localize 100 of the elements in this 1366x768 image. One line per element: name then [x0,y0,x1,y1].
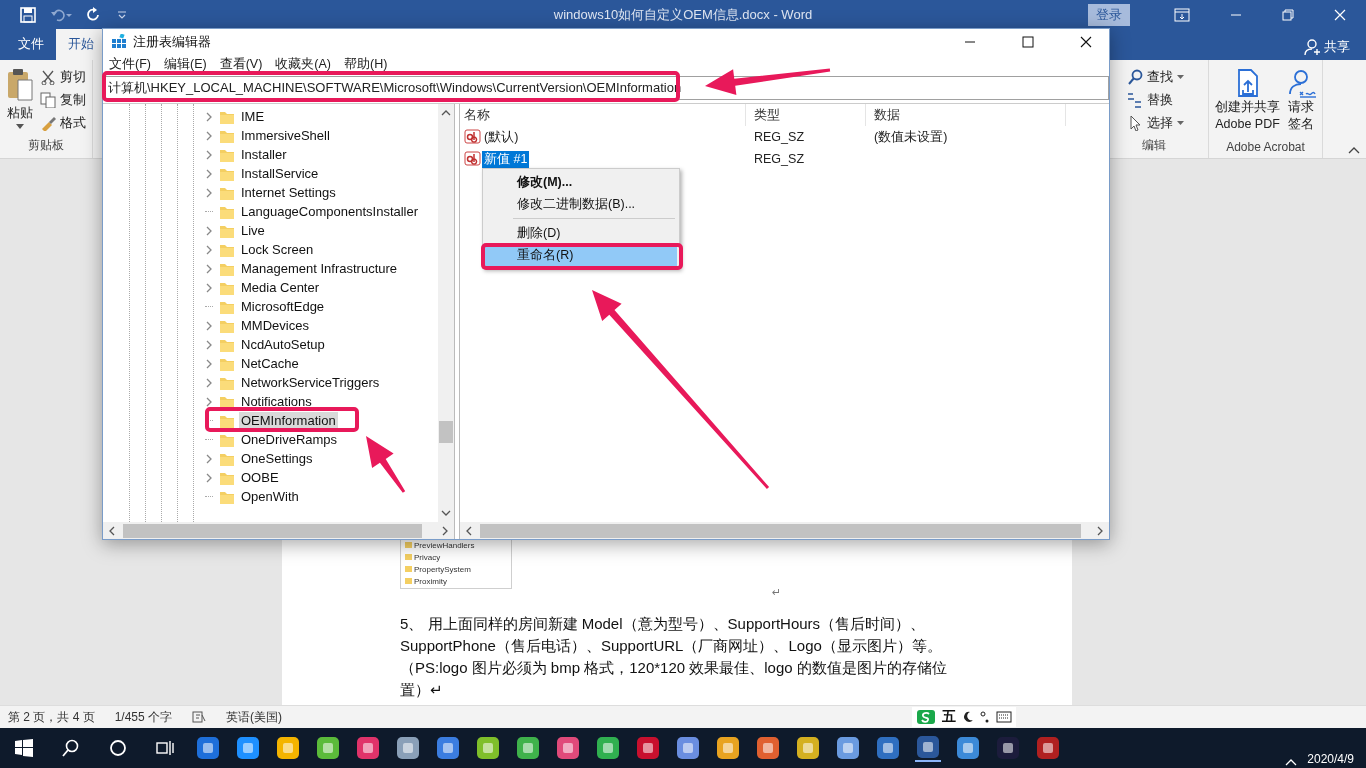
menu-item[interactable]: 编辑(E) [163,55,207,73]
undo-icon[interactable] [50,7,72,23]
column-header[interactable]: 类型 [746,104,866,126]
tree-item[interactable]: Lock Screen [239,241,316,258]
task-view-icon[interactable] [156,739,174,757]
ribbon-button[interactable]: 替换 [1127,90,1184,110]
tree-item[interactable]: Media Center [239,279,322,296]
scroll-left-icon[interactable] [466,525,472,536]
scroll-left-icon[interactable] [109,525,115,536]
value-name[interactable]: 新值 #1 [482,150,530,168]
circle-icon[interactable] [109,739,127,757]
expand-chevron-icon[interactable] [205,168,213,179]
login-button[interactable]: 登录 [1088,4,1130,26]
app-icon[interactable] [235,735,261,761]
ribbon-button[interactable]: 复制 [40,90,86,110]
column-header[interactable]: 数据 [866,104,1066,126]
collapse-ribbon-icon[interactable] [1348,146,1360,154]
tree-item[interactable]: Live [239,222,267,239]
tree-item[interactable]: Installer [239,146,289,163]
expand-chevron-icon[interactable] [205,130,213,141]
scroll-right-icon[interactable] [1097,525,1103,536]
tree-item[interactable]: LanguageComponentsInstaller [239,203,421,220]
tree-item[interactable]: ImmersiveShell [239,127,332,144]
horizontal-scrollbar[interactable] [460,522,1109,539]
ribbon-button[interactable]: 请求 签名 [1286,64,1316,140]
app-icon[interactable] [1035,735,1061,761]
column-header[interactable]: 名称 [460,104,746,126]
vertical-scrollbar[interactable] [438,104,454,522]
app-icon[interactable] [875,735,901,761]
tree-item[interactable]: NetworkServiceTriggers [239,374,382,391]
close-icon[interactable] [1080,36,1092,48]
tree-item[interactable]: OOBE [239,469,281,486]
ribbon-tab[interactable]: 文件 [6,29,56,60]
chevron-up-icon[interactable] [1285,758,1298,766]
menu-item[interactable]: 修改二进制数据(B)... [485,193,677,215]
menu-item[interactable]: 查看(V) [219,55,263,73]
app-icon[interactable] [515,735,541,761]
expand-chevron-icon[interactable] [205,244,213,255]
expand-chevron-icon[interactable] [205,453,213,464]
expand-chevron-icon[interactable] [205,149,213,160]
ribbon-button[interactable]: 创建并共享 Adobe PDF [1215,64,1280,140]
tree-item[interactable]: IME [239,108,267,125]
expand-chevron-icon[interactable] [205,320,213,331]
app-icon[interactable] [915,734,941,762]
tree-item[interactable]: OneSettings [239,450,315,467]
expand-chevron-icon[interactable] [205,187,213,198]
app-icon[interactable] [435,735,461,761]
app-icon[interactable] [475,735,501,761]
tree-item[interactable]: MicrosoftEdge [239,298,327,315]
word-count[interactable]: 1/455 个字 [114,708,173,726]
app-icon[interactable] [395,735,421,761]
app-icon[interactable] [995,735,1021,761]
expand-chevron-icon[interactable] [205,225,213,236]
maximize-icon[interactable] [1022,36,1034,48]
date-text[interactable]: 2020/4/9 [1307,752,1354,766]
language-indicator[interactable]: 英语(美国) [226,708,283,726]
tree-item[interactable]: InstallService [239,165,321,182]
app-icon[interactable] [635,735,661,761]
start-icon[interactable] [15,739,33,757]
restore-icon[interactable] [1282,9,1294,21]
ribbon-button[interactable]: 格式 [40,113,86,133]
expand-chevron-icon[interactable] [205,263,213,274]
page-count[interactable]: 第 2 页，共 4 页 [8,708,95,726]
share-button[interactable]: 共享 [1304,38,1350,56]
tree-item[interactable]: OneDriveRamps [239,431,340,448]
ime-toolbar[interactable]: 五 [912,707,1017,727]
expand-chevron-icon[interactable] [205,111,213,122]
app-icon[interactable] [715,735,741,761]
tree-item[interactable]: Notifications [239,393,314,410]
expand-chevron-icon[interactable] [205,339,213,350]
customize-icon[interactable] [116,9,128,21]
proofing-icon[interactable] [192,711,207,723]
app-icon[interactable] [795,735,821,761]
expand-chevron-icon[interactable] [205,358,213,369]
menu-item[interactable]: 帮助(H) [344,55,388,73]
tree-item[interactable]: NcdAutoSetup [239,336,327,353]
repeat-icon[interactable] [86,7,102,23]
horizontal-scrollbar[interactable] [103,522,454,539]
tree-item[interactable]: NetCache [239,355,301,372]
app-icon[interactable] [675,735,701,761]
ribbon-button[interactable]: 查找 [1127,67,1184,87]
scrollbar-thumb[interactable] [480,523,1081,538]
app-icon[interactable] [275,735,301,761]
value-name[interactable]: (默认) [482,128,521,146]
menu-item[interactable]: 修改(M)... [485,171,677,193]
app-icon[interactable] [195,735,221,761]
scroll-up-icon[interactable] [441,110,451,116]
app-icon[interactable] [595,735,621,761]
paste-button[interactable]: 粘贴 [6,64,34,137]
ribbon-button[interactable]: 剪切 [40,67,86,87]
app-icon[interactable] [835,735,861,761]
ribbon-display-icon[interactable] [1174,8,1190,22]
save-icon[interactable] [20,7,36,23]
tree-item[interactable]: Management Infrastructure [239,260,400,277]
menu-item[interactable]: 收藏夹(A) [275,55,331,73]
menu-item[interactable]: 删除(D) [485,222,677,244]
tree-item[interactable]: OpenWith [239,488,301,505]
ribbon-button[interactable]: 选择 [1127,113,1184,133]
tree-item[interactable]: Internet Settings [239,184,338,201]
expand-chevron-icon[interactable] [205,396,213,407]
